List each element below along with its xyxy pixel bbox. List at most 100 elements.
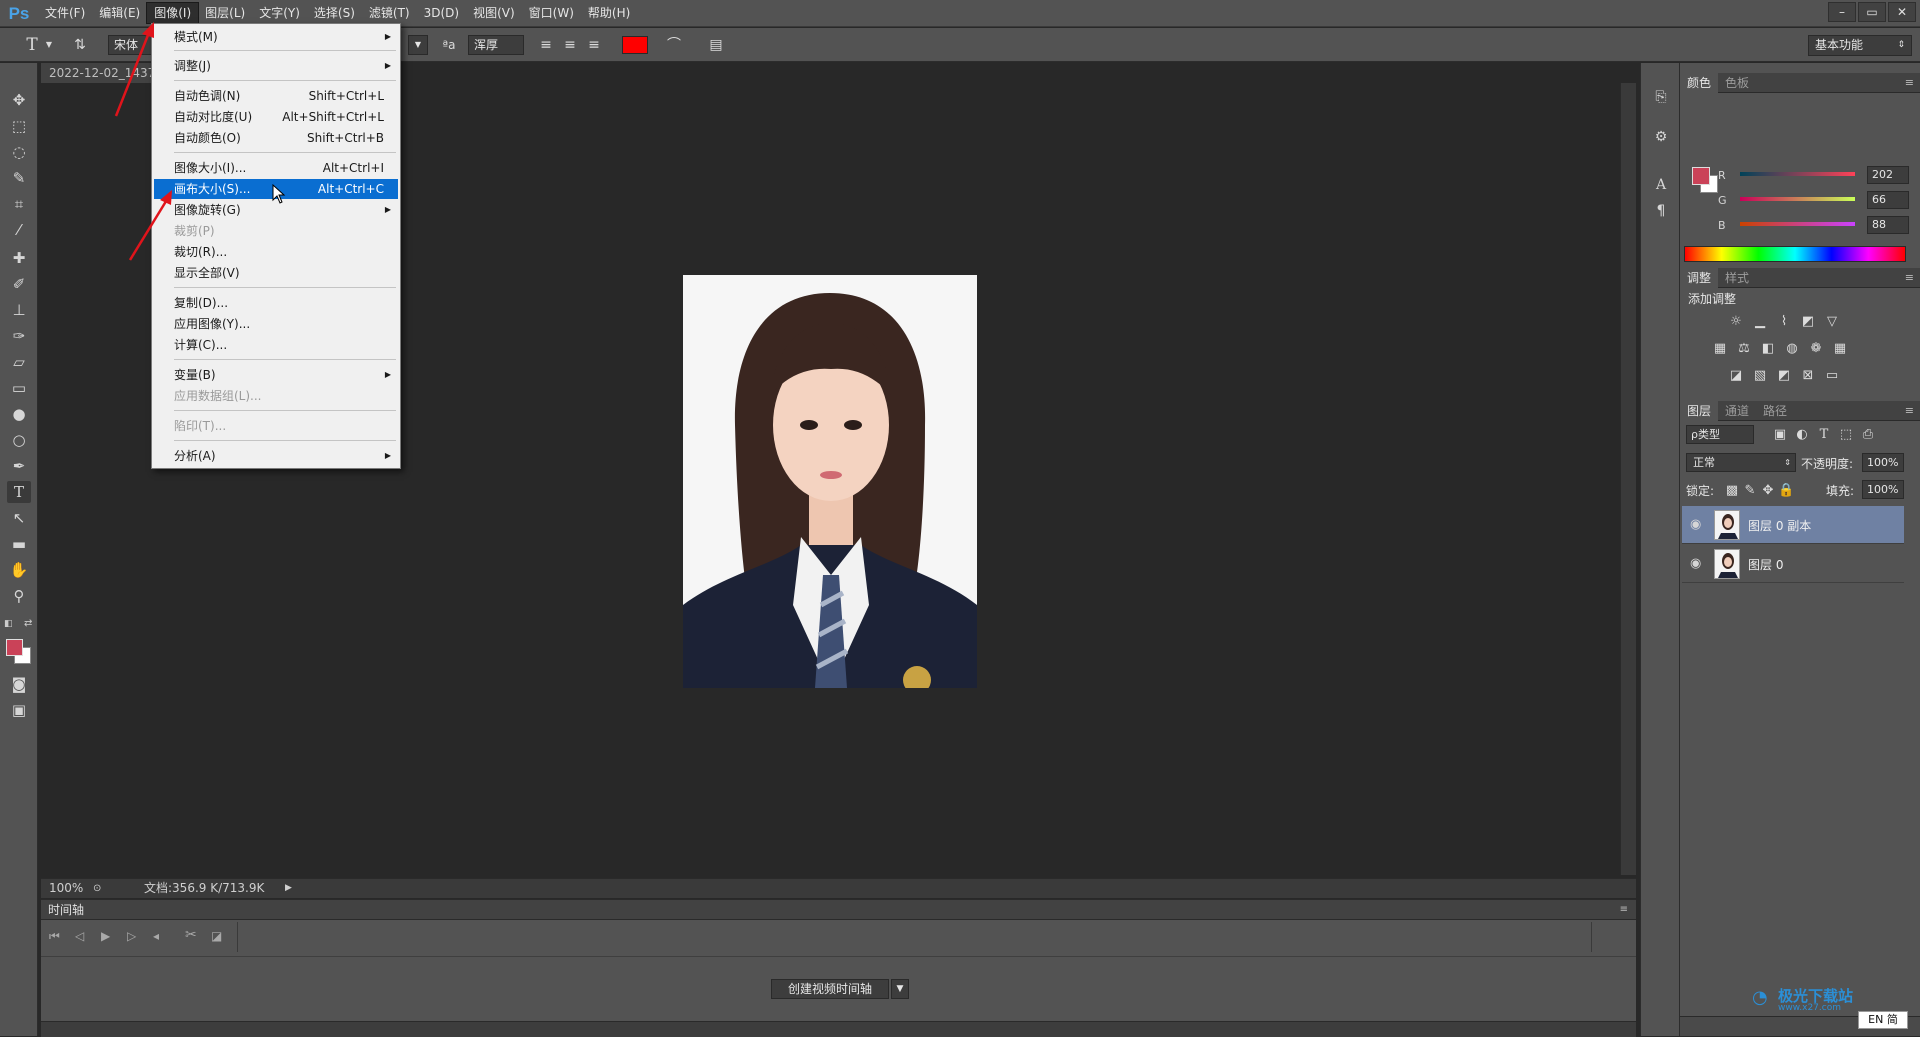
- tab-color[interactable]: 颜色: [1680, 72, 1719, 93]
- transition-icon[interactable]: ◪: [211, 929, 222, 943]
- create-video-timeline-button[interactable]: 创建视频时间轴: [771, 979, 889, 999]
- healing-brush-tool-icon[interactable]: ✚: [7, 247, 31, 269]
- foreground-color-swatch[interactable]: [6, 639, 23, 656]
- default-colors-icon[interactable]: ◧: [4, 619, 13, 629]
- channel-mixer-icon[interactable]: ❁: [1808, 342, 1824, 356]
- clone-stamp-tool-icon[interactable]: ⊥: [7, 299, 31, 321]
- menu-3d[interactable]: 3D(D): [417, 3, 466, 23]
- color-spectrum-bar[interactable]: [1684, 246, 1906, 262]
- menu-item-adjust[interactable]: 调整(J) ▶: [154, 56, 398, 76]
- zoom-level[interactable]: 100%: [49, 879, 83, 898]
- vibrance-icon[interactable]: ▽: [1824, 315, 1840, 329]
- threshold-icon[interactable]: ◩: [1776, 369, 1792, 383]
- menu-item-auto-tone[interactable]: 自动色调(N) Shift+Ctrl+L: [154, 86, 398, 106]
- layer-name[interactable]: 图层 0: [1748, 556, 1783, 573]
- toggle-text-orientation-icon[interactable]: ⇅: [70, 35, 90, 55]
- screen-mode-icon[interactable]: ▣: [7, 699, 31, 721]
- curves-icon[interactable]: ⌇: [1776, 315, 1792, 329]
- tab-paths[interactable]: 路径: [1756, 401, 1794, 421]
- filter-pixel-icon[interactable]: ▣: [1772, 428, 1788, 442]
- workspace-select[interactable]: 基本功能 ⇕: [1808, 35, 1912, 56]
- pen-tool-icon[interactable]: ✒: [7, 455, 31, 477]
- channel-r-value[interactable]: 202: [1867, 166, 1909, 184]
- menu-select[interactable]: 选择(S): [307, 3, 362, 23]
- type-tool-icon[interactable]: T: [7, 481, 31, 503]
- posterize-icon[interactable]: ▧: [1752, 369, 1768, 383]
- menu-item-trim[interactable]: 裁切(R)...: [154, 242, 398, 262]
- color-lookup-icon[interactable]: ▦: [1832, 342, 1848, 356]
- color-balance-icon[interactable]: ⚖: [1736, 342, 1752, 356]
- first-frame-icon[interactable]: ⏮: [49, 929, 60, 944]
- preset-dropdown-icon[interactable]: ▼: [44, 35, 54, 55]
- align-left-icon[interactable]: ≡: [536, 35, 556, 55]
- quick-select-tool-icon[interactable]: ✎: [7, 167, 31, 189]
- menu-item-image-size[interactable]: 图像大小(I)... Alt+Ctrl+I: [154, 158, 398, 178]
- photo-filter-icon[interactable]: ◍: [1784, 342, 1800, 356]
- tab-swatches[interactable]: 色板: [1718, 73, 1756, 93]
- gradient-map-icon[interactable]: ▭: [1824, 369, 1840, 383]
- blur-tool-icon[interactable]: ●: [7, 403, 31, 425]
- ime-indicator[interactable]: EN 简: [1858, 1011, 1908, 1029]
- vertical-scrollbar[interactable]: [1620, 83, 1636, 875]
- zoom-tool-icon[interactable]: ⚲: [7, 585, 31, 607]
- status-options-icon[interactable]: ⊙: [93, 879, 101, 898]
- menu-item-calculations[interactable]: 计算(C)...: [154, 335, 398, 355]
- brightness-icon[interactable]: ☼: [1728, 315, 1744, 329]
- layer-name[interactable]: 图层 0 副本: [1748, 517, 1811, 534]
- menu-item-reveal-all[interactable]: 显示全部(V): [154, 263, 398, 283]
- tab-channels[interactable]: 通道: [1718, 401, 1756, 421]
- prev-frame-icon[interactable]: ◁: [75, 929, 84, 943]
- history-brush-tool-icon[interactable]: ✑: [7, 325, 31, 347]
- text-tool-preset-icon[interactable]: T: [22, 35, 42, 55]
- tab-layers[interactable]: 图层: [1680, 400, 1719, 421]
- adjust-panel-menu-icon[interactable]: ≡: [1905, 268, 1914, 288]
- timeline-mode-dropdown[interactable]: ▼: [891, 979, 909, 999]
- layer-row[interactable]: ◉ 图层 0 副本: [1682, 506, 1904, 544]
- path-selection-tool-icon[interactable]: ↖: [7, 507, 31, 529]
- color-panel-menu-icon[interactable]: ≡: [1905, 73, 1914, 93]
- channel-b-value[interactable]: 88: [1867, 216, 1909, 234]
- selective-color-icon[interactable]: ⊠: [1800, 369, 1816, 383]
- lock-all-icon[interactable]: 🔒: [1778, 484, 1794, 498]
- fill-field[interactable]: 100%: [1862, 480, 1904, 499]
- gradient-tool-icon[interactable]: ▭: [7, 377, 31, 399]
- align-center-icon[interactable]: ≡: [560, 35, 580, 55]
- menu-window[interactable]: 窗口(W): [522, 3, 581, 23]
- lock-transparent-icon[interactable]: ▩: [1724, 484, 1740, 498]
- menu-item-apply-image[interactable]: 应用图像(Y)...: [154, 314, 398, 334]
- properties-panel-icon[interactable]: ⚙: [1651, 127, 1671, 147]
- menu-item-auto-color[interactable]: 自动颜色(O) Shift+Ctrl+B: [154, 128, 398, 148]
- eyedropper-tool-icon[interactable]: ⁄: [7, 219, 31, 241]
- exposure-icon[interactable]: ◩: [1800, 315, 1816, 329]
- character-panel-icon[interactable]: A: [1651, 175, 1671, 195]
- close-button[interactable]: ✕: [1888, 2, 1916, 22]
- crop-tool-icon[interactable]: ⌗: [7, 193, 31, 215]
- align-right-icon[interactable]: ≡: [584, 35, 604, 55]
- character-panel-icon[interactable]: ▤: [706, 35, 726, 55]
- eraser-tool-icon[interactable]: ▱: [7, 351, 31, 373]
- hue-saturation-icon[interactable]: ▦: [1712, 342, 1728, 356]
- tab-adjustments[interactable]: 调整: [1680, 267, 1719, 288]
- menu-item-mode[interactable]: 模式(M) ▶: [154, 27, 398, 47]
- hand-tool-icon[interactable]: ✋: [7, 559, 31, 581]
- layer-row[interactable]: ◉ 图层 0: [1682, 545, 1904, 583]
- text-color-swatch[interactable]: [622, 36, 648, 54]
- invert-icon[interactable]: ◪: [1728, 369, 1744, 383]
- next-frame-icon[interactable]: ▷: [127, 929, 136, 943]
- dodge-tool-icon[interactable]: ○: [7, 429, 31, 451]
- opacity-field[interactable]: 100%: [1862, 453, 1904, 472]
- visibility-eye-icon[interactable]: ◉: [1690, 556, 1701, 571]
- menu-view[interactable]: 视图(V): [466, 3, 522, 23]
- blend-mode-select[interactable]: 正常 ⇕: [1686, 453, 1796, 472]
- paragraph-panel-icon[interactable]: ¶: [1651, 201, 1671, 221]
- menu-type[interactable]: 文字(Y): [252, 3, 307, 23]
- black-white-icon[interactable]: ◧: [1760, 342, 1776, 356]
- move-tool-icon[interactable]: ✥: [7, 89, 31, 111]
- warp-text-icon[interactable]: ⌒: [664, 35, 684, 55]
- marquee-tool-icon[interactable]: ⬚: [7, 115, 31, 137]
- status-arrow-icon[interactable]: ▶: [285, 879, 292, 898]
- restore-button[interactable]: ▭: [1858, 2, 1886, 22]
- menu-file[interactable]: 文件(F): [38, 3, 92, 23]
- filter-type-icon[interactable]: T: [1816, 428, 1832, 442]
- lock-position-icon[interactable]: ✥: [1760, 484, 1776, 498]
